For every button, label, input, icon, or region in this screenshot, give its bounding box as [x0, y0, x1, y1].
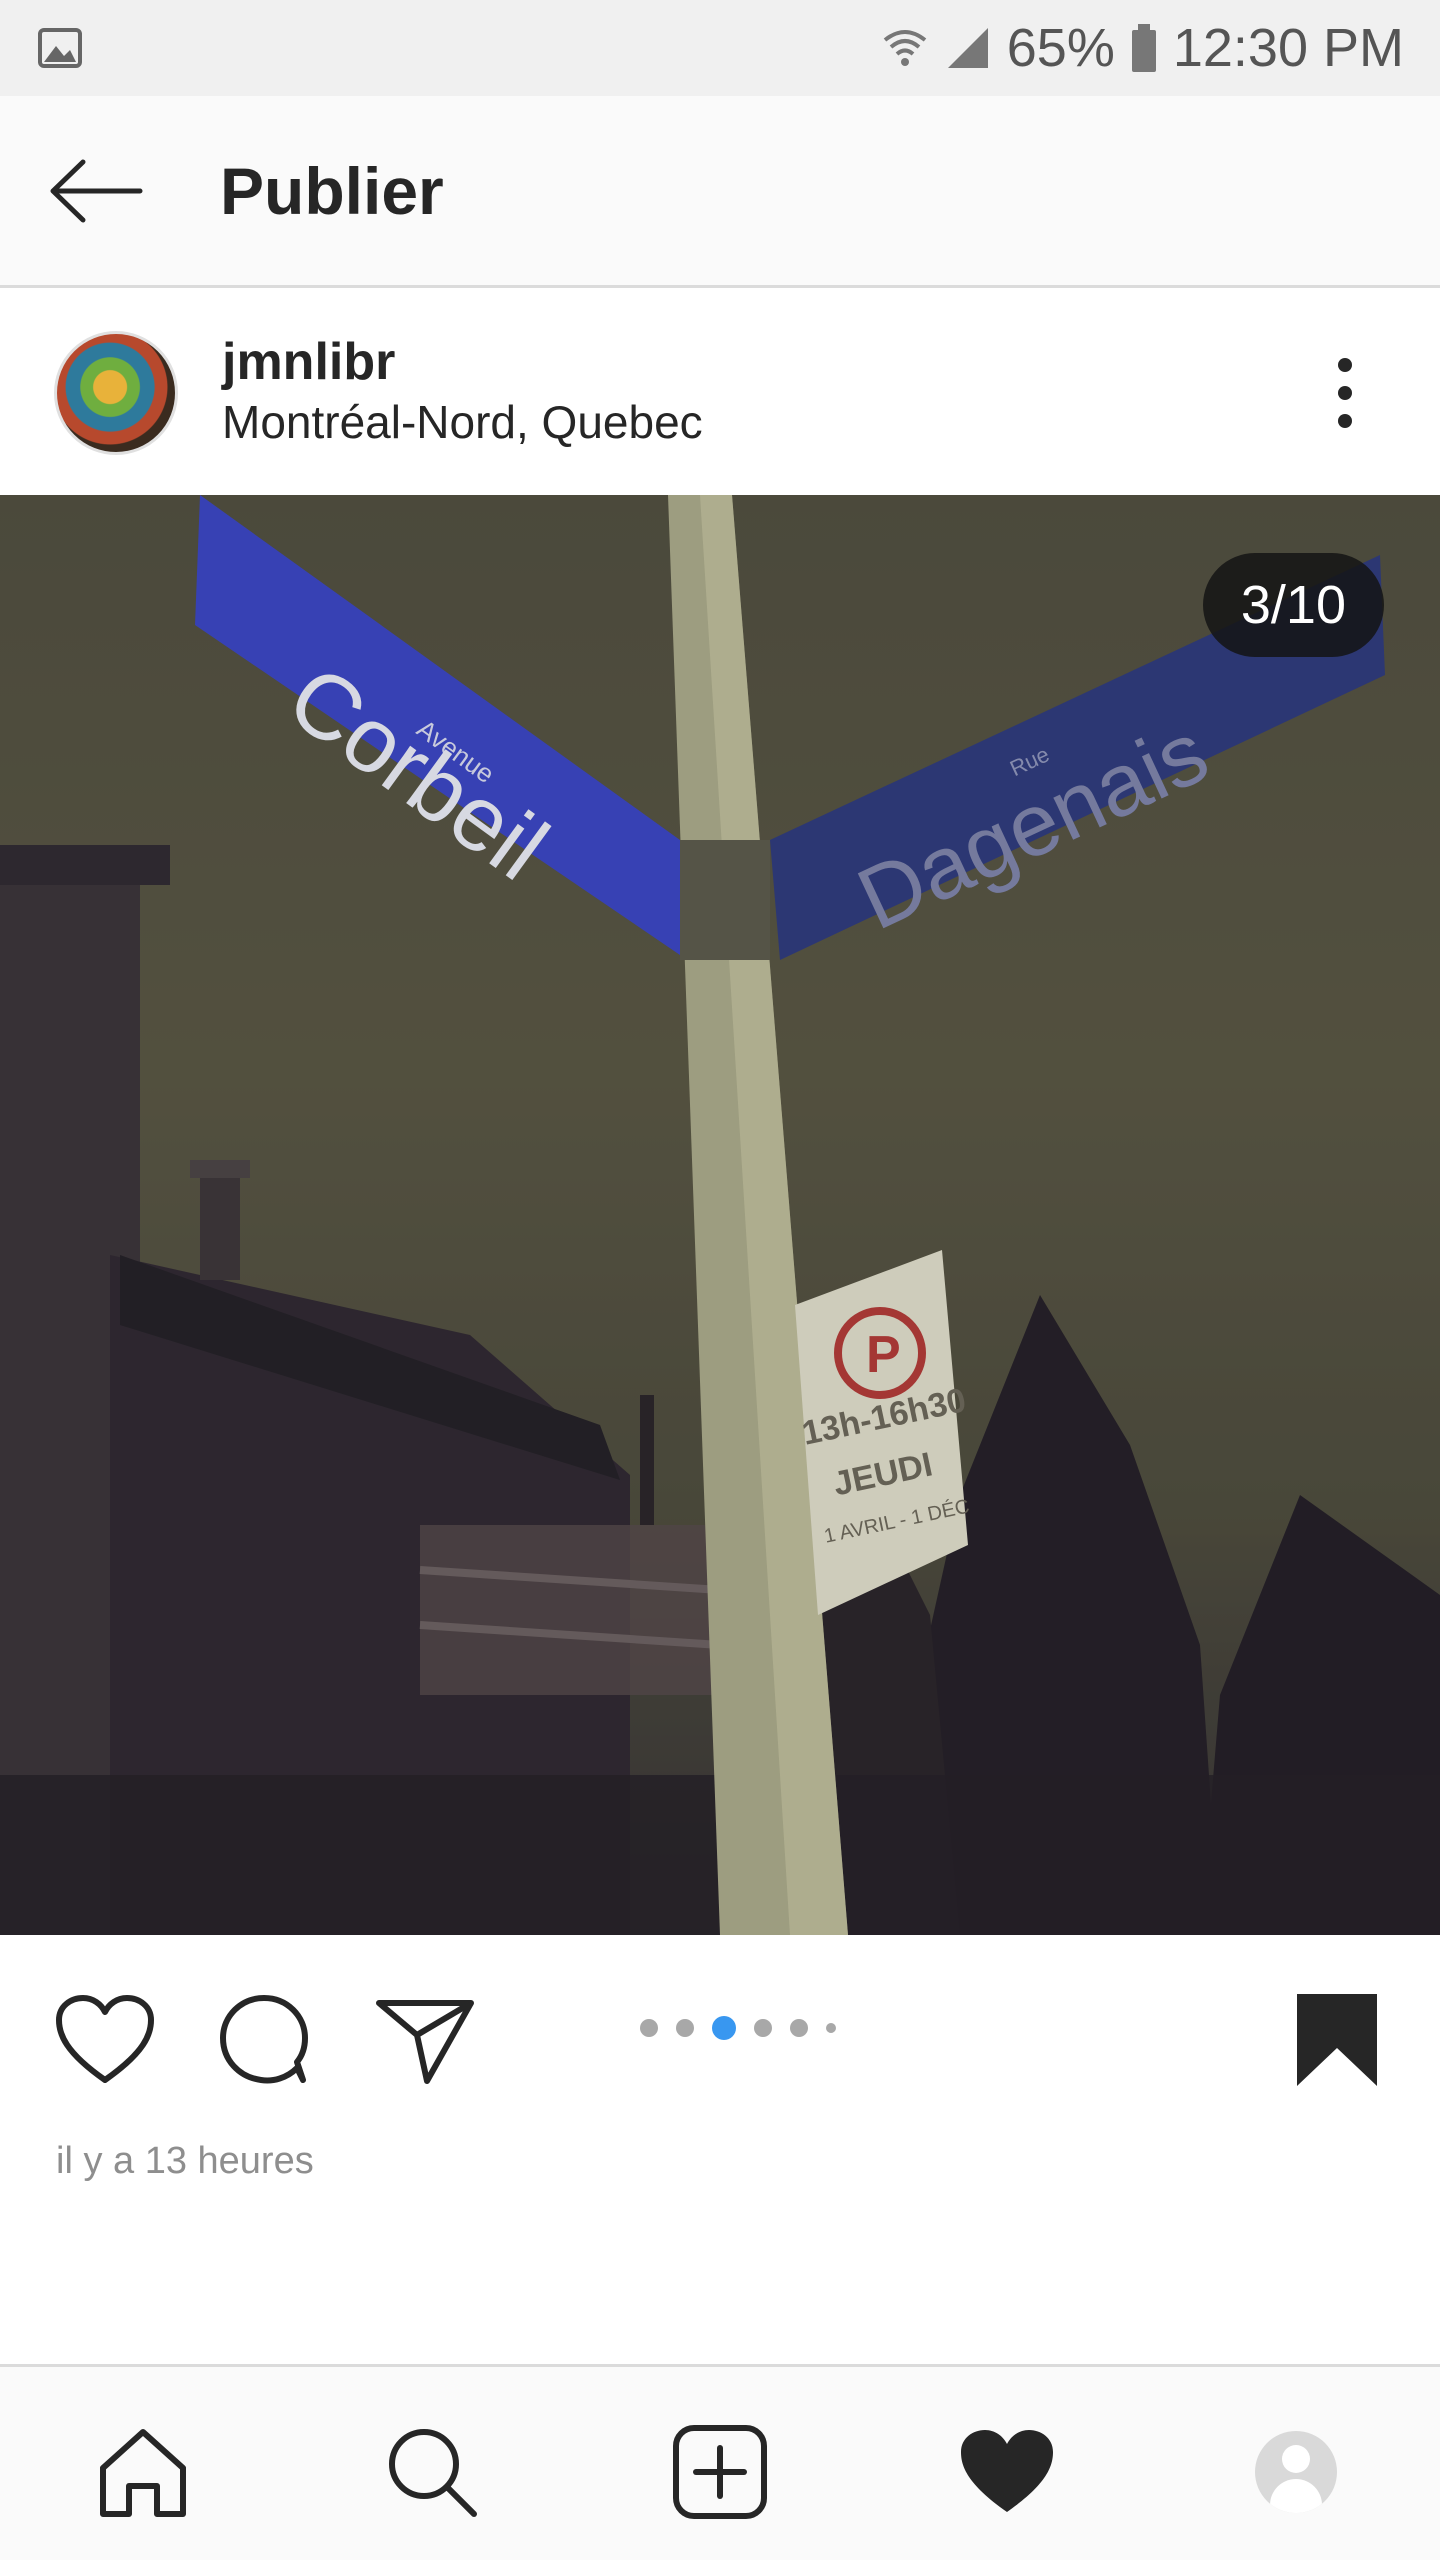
comment-icon	[220, 1995, 308, 2084]
status-time: 12:30 PM	[1172, 18, 1404, 78]
bottom-nav	[0, 2364, 1440, 2560]
avatar[interactable]	[54, 330, 178, 455]
comment-button[interactable]	[210, 1985, 320, 2095]
carousel-dot	[640, 2019, 658, 2037]
wifi-icon	[883, 30, 927, 66]
bookmark-icon	[1297, 1994, 1377, 2086]
username[interactable]: jmnlibr	[222, 333, 703, 393]
send-icon	[376, 2000, 474, 2084]
save-button[interactable]	[1282, 1985, 1392, 2095]
back-button[interactable]	[20, 95, 170, 287]
post-timestamp: il y a 13 heures	[56, 2140, 314, 2182]
gallery-icon	[38, 28, 82, 68]
nav-home[interactable]	[88, 2417, 198, 2527]
carousel-dot-active	[712, 2016, 736, 2040]
profile-icon	[1255, 2431, 1337, 2513]
signal-icon	[947, 28, 988, 68]
carousel-indicator	[640, 2016, 836, 2040]
carousel-dot	[676, 2019, 694, 2037]
heart-icon	[56, 1995, 154, 2083]
post-header: jmnlibr Montréal-Nord, Quebec	[0, 290, 1440, 495]
nav-activity[interactable]	[952, 2417, 1062, 2527]
battery-icon	[1131, 24, 1156, 72]
arrow-left-icon	[50, 159, 143, 222]
activity-heart-icon	[961, 2430, 1053, 2512]
page-title: Publier	[220, 153, 444, 228]
more-icon	[1338, 357, 1352, 428]
carousel-dot	[826, 2023, 836, 2033]
nav-add-post[interactable]	[665, 2417, 775, 2527]
more-options-button[interactable]	[1310, 333, 1380, 453]
carousel-dot	[790, 2019, 808, 2037]
like-button[interactable]	[50, 1985, 160, 2095]
app-header: Publier	[0, 96, 1440, 288]
add-post-icon	[673, 2425, 767, 2519]
nav-profile[interactable]	[1241, 2417, 1351, 2527]
battery-percent: 65%	[1006, 18, 1115, 78]
search-icon	[389, 2429, 477, 2517]
status-bar: 65% 12:30 PM	[0, 0, 1440, 96]
photo-scene: P 13h-16h30 JEUDI 1 AVRIL - 1 DÉC Avenue…	[0, 495, 1440, 1935]
carousel-dot	[754, 2019, 772, 2037]
location[interactable]: Montréal-Nord, Quebec	[222, 393, 703, 453]
nav-search[interactable]	[377, 2417, 487, 2527]
home-icon	[100, 2429, 186, 2517]
user-info: jmnlibr Montréal-Nord, Quebec	[222, 333, 703, 453]
image-counter: 3/10	[1202, 553, 1384, 657]
share-button[interactable]	[370, 1985, 480, 2095]
post-photo[interactable]: P 13h-16h30 JEUDI 1 AVRIL - 1 DÉC Avenue…	[0, 495, 1440, 1935]
